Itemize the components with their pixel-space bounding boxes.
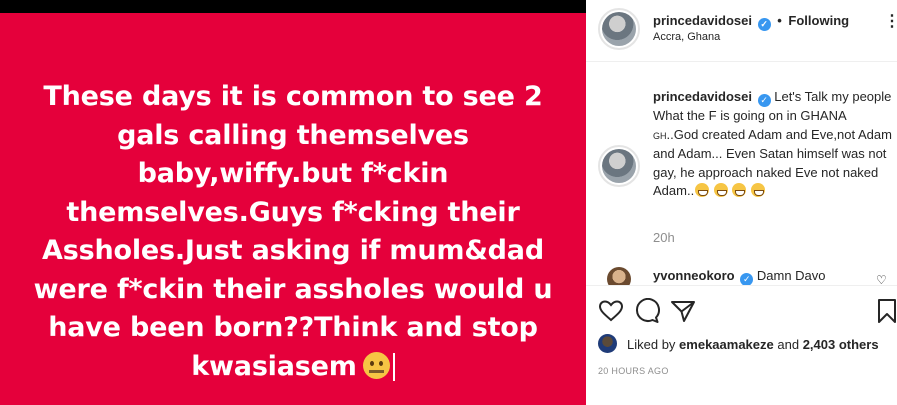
comment-body: Damn Davo (756, 268, 826, 283)
comment-like-icon[interactable]: ♡ (876, 273, 887, 285)
caption-body-part2: ..God created Adam and Eve,not Adam and … (653, 126, 892, 199)
image-text-line: have been born??Think and stop (48, 312, 538, 343)
image-text-last-line: kwasiasem (20, 348, 566, 387)
zipper-mouth-emoji-icon (362, 351, 390, 379)
image-text-line: Assholes.Just asking if mum&dad (42, 235, 544, 266)
separator-dot: • (777, 13, 782, 28)
grin-emoji-icon (713, 183, 728, 197)
commenter-avatar[interactable] (607, 267, 631, 285)
post-sidebar: princedavidosei ✓ • Following Accra, Gha… (586, 0, 897, 405)
caption-text: princedavidosei ✓ Let's Talk my people W… (653, 88, 893, 201)
bookmark-icon[interactable] (877, 298, 897, 324)
image-text-line: gals calling themselves (117, 119, 469, 151)
post-header: princedavidosei ✓ • Following Accra, Gha… (586, 0, 897, 62)
grin-emoji-icon (695, 183, 710, 197)
image-text-line: themselves.Guys f*cking their (66, 196, 520, 228)
post-image[interactable]: These days it is common to see 2 gals ca… (0, 0, 586, 405)
location-link[interactable]: Accra, Ghana (653, 31, 720, 43)
likes-text: Liked by emekaamakeze and 2,403 others (627, 337, 879, 352)
author-username[interactable]: princedavidosei (653, 13, 752, 28)
comment-icon[interactable] (634, 298, 660, 324)
image-top-strip (0, 0, 586, 13)
post-age[interactable]: 20 HOURS AGO (598, 366, 669, 376)
more-options-icon[interactable]: ⋮ (884, 14, 897, 30)
liker-username[interactable]: emekaamakeze (679, 337, 774, 352)
header-line: princedavidosei ✓ • Following (653, 13, 849, 31)
image-text-line: kwasiasem (191, 350, 357, 382)
grin-emoji-icon (751, 183, 766, 197)
image-text-line: These days it is common to see 2 (43, 81, 543, 112)
verified-badge-icon: ✓ (757, 18, 771, 31)
action-bar: Liked by emekaamakeze and 2,403 others 2… (586, 285, 897, 405)
ghana-flag-text: GH (653, 130, 667, 141)
verified-badge-icon: ✓ (740, 273, 754, 285)
caption-author-avatar[interactable] (598, 145, 640, 187)
author-avatar[interactable] (598, 8, 640, 50)
image-text-line: were f*ckin their assholes would u (33, 273, 553, 305)
commenter-username[interactable]: yvonneokoro (653, 268, 735, 283)
verified-badge-icon: ✓ (757, 94, 771, 107)
image-text-line: baby,wiffy.but f*ckin (137, 158, 449, 189)
share-icon[interactable] (670, 298, 696, 324)
likes-prefix: Liked by (627, 337, 676, 352)
following-button[interactable]: Following (788, 13, 849, 28)
likes-row: Liked by emekaamakeze and 2,403 others (598, 334, 897, 354)
grin-emoji-icon (732, 183, 747, 197)
comment-text: yvonneokoro ✓ Damn Davo (653, 268, 826, 285)
likes-connector: and (777, 337, 800, 352)
comment-row: yvonneokoro ✓ Damn Davo ♡ (586, 263, 897, 285)
text-cursor (392, 352, 395, 381)
post-image-text: These days it is common to see 2 gals ca… (20, 78, 566, 386)
caption-username[interactable]: princedavidosei (653, 89, 752, 104)
likes-count-link[interactable]: 2,403 others (803, 337, 879, 352)
caption-timestamp[interactable]: 20h (653, 230, 675, 245)
caption-block: princedavidosei ✓ Let's Talk my people W… (586, 63, 897, 263)
liker-avatar[interactable] (598, 334, 617, 353)
heart-icon[interactable] (598, 298, 624, 324)
